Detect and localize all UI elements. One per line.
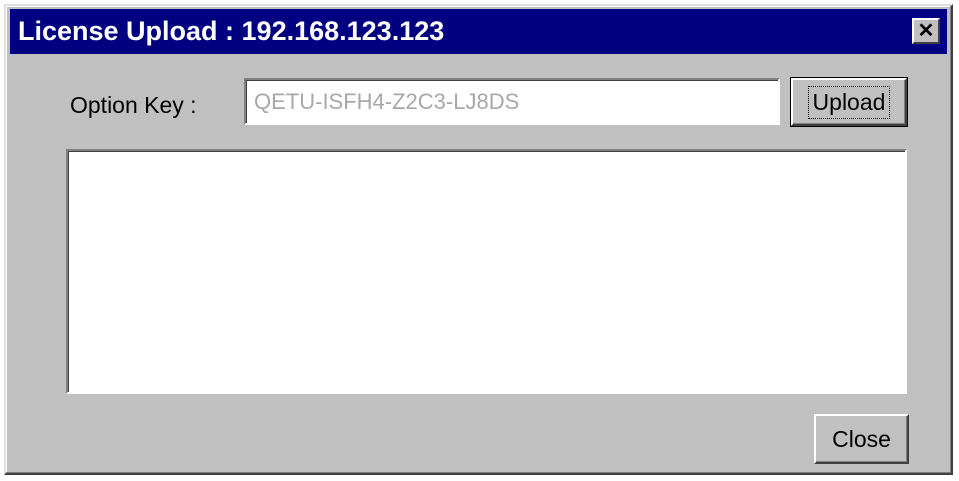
title-bar[interactable]: License Upload : 192.168.123.123 ✕ [10, 9, 947, 54]
close-glyph: ✕ [917, 20, 935, 42]
upload-button-label: Upload [807, 85, 891, 119]
upload-button[interactable]: Upload [790, 77, 908, 127]
option-key-input[interactable] [244, 78, 780, 125]
license-upload-dialog: License Upload : 192.168.123.123 ✕ Optio… [4, 4, 953, 475]
close-button-label: Close [832, 425, 891, 452]
upload-log-area[interactable] [66, 149, 907, 394]
close-icon[interactable]: ✕ [912, 18, 940, 44]
window-title: License Upload : 192.168.123.123 [18, 16, 445, 46]
close-button[interactable]: Close [814, 414, 909, 464]
option-key-label: Option Key : [70, 92, 197, 118]
